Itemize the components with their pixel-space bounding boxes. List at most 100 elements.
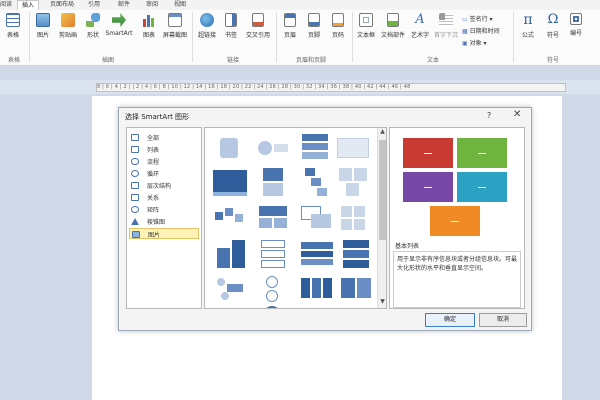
- footer-button[interactable]: 页脚: [305, 13, 323, 39]
- category-list-item[interactable]: 列表: [129, 144, 199, 155]
- tab-page-layout[interactable]: 页面布局: [50, 0, 74, 10]
- signature-icon: ▭: [462, 16, 470, 23]
- category-hierarchy[interactable]: 层次结构: [129, 180, 199, 191]
- process-icon: [131, 158, 139, 165]
- header-button[interactable]: 页眉: [281, 13, 299, 39]
- separator: [29, 12, 30, 62]
- scroll-thumb[interactable]: [379, 140, 386, 240]
- tab-references[interactable]: 引用: [88, 0, 100, 10]
- hyperlink-button[interactable]: 超链接: [196, 13, 218, 39]
- shapes-icon: [86, 13, 100, 27]
- layout-thumbnail[interactable]: [261, 240, 285, 270]
- bookmark-button[interactable]: 书签: [222, 13, 240, 39]
- datetime-item[interactable]: ▦ 日期和时间: [462, 26, 500, 35]
- chart-button[interactable]: 图表: [140, 13, 158, 39]
- layout-thumbnail[interactable]: [213, 170, 247, 196]
- help-button[interactable]: ?: [487, 111, 491, 120]
- ruler: 8 | 6 | 4 | 2 | | 2 | 4 | 6 | 8 | 10 | 1…: [0, 80, 600, 94]
- layout-thumbnail[interactable]: [261, 306, 283, 308]
- layout-thumbnail[interactable]: [337, 138, 369, 158]
- cycle-icon: [131, 170, 139, 177]
- layout-thumbnail[interactable]: [301, 242, 333, 266]
- numbering-icon: [570, 13, 582, 25]
- layout-thumbnail[interactable]: [219, 306, 243, 308]
- layout-thumbnail[interactable]: [301, 278, 333, 298]
- category-relationship[interactable]: 关系: [129, 192, 199, 203]
- preview-title: 基本列表: [395, 243, 420, 250]
- category-pyramid[interactable]: 棱锥图: [129, 216, 199, 227]
- tab-mailings[interactable]: 邮件: [118, 0, 130, 10]
- picture-button[interactable]: 图片: [33, 13, 53, 39]
- tab-insert[interactable]: 插入: [17, 0, 40, 10]
- omega-icon: Ω: [547, 12, 559, 27]
- category-process[interactable]: 流程: [129, 156, 199, 167]
- scroll-up-icon[interactable]: ▲: [378, 128, 387, 135]
- layout-thumbnail[interactable]: [339, 168, 367, 196]
- category-picture[interactable]: 图片: [129, 228, 199, 239]
- pyramid-icon: [131, 218, 139, 225]
- group-label-links: 链接: [227, 57, 240, 64]
- signature-line-item[interactable]: ▭ 签名行 ▾: [462, 14, 493, 23]
- numbering-button[interactable]: 编号: [567, 13, 585, 37]
- dropcap-button[interactable]: 首字下沉: [433, 13, 459, 39]
- scroll-down-icon[interactable]: ▼: [378, 298, 387, 305]
- pagenumber-icon: [332, 13, 344, 27]
- layout-thumbnail[interactable]: [303, 306, 331, 308]
- layout-thumbnail[interactable]: [341, 278, 371, 298]
- group-label-table: 表格: [8, 57, 21, 64]
- equation-button[interactable]: π 公式: [518, 13, 538, 39]
- category-cycle[interactable]: 循环: [129, 168, 199, 179]
- shapes-button[interactable]: 形状: [84, 13, 102, 39]
- smartart-button[interactable]: SmartArt: [104, 13, 134, 37]
- table-button[interactable]: 表格: [4, 13, 22, 39]
- screenshot-button[interactable]: 屏幕截图: [161, 13, 189, 39]
- category-all[interactable]: 全部: [129, 132, 199, 143]
- preview-description-box: 用于显示非有序信息块或者分组信息块。可最大化形状的水平和垂直显示空间。: [393, 251, 521, 308]
- separator: [276, 12, 277, 62]
- layout-thumbnail[interactable]: [217, 240, 245, 268]
- preview-panel: 基本列表 用于显示非有序信息块或者分组信息块。可最大化形状的水平和垂直显示空间。: [389, 127, 525, 309]
- layout-thumbnail[interactable]: [217, 278, 245, 300]
- ribbon: 表格 图片 剪贴画 形状 SmartArt 图表 屏幕截图 超链接 书签 交叉引…: [0, 10, 600, 66]
- cancel-button[interactable]: 取消: [479, 313, 527, 327]
- clipart-button[interactable]: 剪贴画: [57, 13, 79, 39]
- bookmark-icon: [225, 13, 237, 27]
- category-matrix[interactable]: 矩阵: [129, 204, 199, 215]
- pagenumber-button[interactable]: 页码: [329, 13, 347, 39]
- ok-button[interactable]: 确定: [425, 313, 475, 327]
- textbox-button[interactable]: 文本框: [355, 13, 377, 39]
- gallery-scrollbar[interactable]: ▲ ▼: [377, 128, 386, 308]
- clipart-icon: [61, 13, 75, 27]
- layout-thumbnail[interactable]: [261, 276, 283, 302]
- smartart-icon: [112, 13, 126, 27]
- object-item[interactable]: ▣ 对象 ▾: [462, 38, 487, 47]
- dialog-title: 选择 SmartArt 图形: [125, 113, 190, 121]
- ruler-strip[interactable]: 8 | 6 | 4 | 2 | | 2 | 4 | 6 | 8 | 10 | 1…: [96, 83, 566, 92]
- dropcap-icon: [439, 13, 453, 27]
- wordart-button[interactable]: A 艺术字: [408, 12, 432, 40]
- layout-thumbnail[interactable]: [343, 240, 369, 268]
- layout-thumbnail[interactable]: [305, 168, 327, 196]
- layout-thumbnail[interactable]: [341, 206, 365, 232]
- layout-thumbnail[interactable]: [302, 134, 328, 160]
- layout-thumbnail[interactable]: [258, 136, 288, 160]
- separator: [513, 12, 514, 62]
- tab-view[interactable]: 视图: [174, 0, 186, 10]
- layout-thumbnail[interactable]: [215, 208, 245, 228]
- layout-thumbnail[interactable]: [259, 206, 287, 230]
- ruler-numbers: 8 | 6 | 4 | 2 | | 2 | 4 | 6 | 8 | 10 | 1…: [97, 84, 411, 90]
- preview-box-green: [457, 138, 507, 168]
- crossref-button[interactable]: 交叉引用: [244, 13, 272, 39]
- layout-thumbnail[interactable]: [301, 206, 331, 230]
- wordart-icon: A: [415, 12, 425, 27]
- tab-read[interactable]: 阅读: [0, 0, 12, 10]
- close-button[interactable]: ✕: [513, 109, 521, 120]
- preview-box-orange: [430, 206, 480, 236]
- preview-description: 用于显示非有序信息块或者分组信息块。可最大化形状的水平和垂直显示空间。: [397, 256, 518, 272]
- layout-thumbnail[interactable]: [261, 168, 285, 196]
- symbol-button[interactable]: Ω 符号: [544, 12, 562, 40]
- layout-thumbnail[interactable]: [218, 136, 242, 160]
- menu-bar: 阅读 插入 页面布局 引用 邮件 审阅 视图: [0, 0, 600, 10]
- quickparts-button[interactable]: 文档部件: [379, 13, 407, 39]
- tab-review[interactable]: 审阅: [146, 0, 158, 10]
